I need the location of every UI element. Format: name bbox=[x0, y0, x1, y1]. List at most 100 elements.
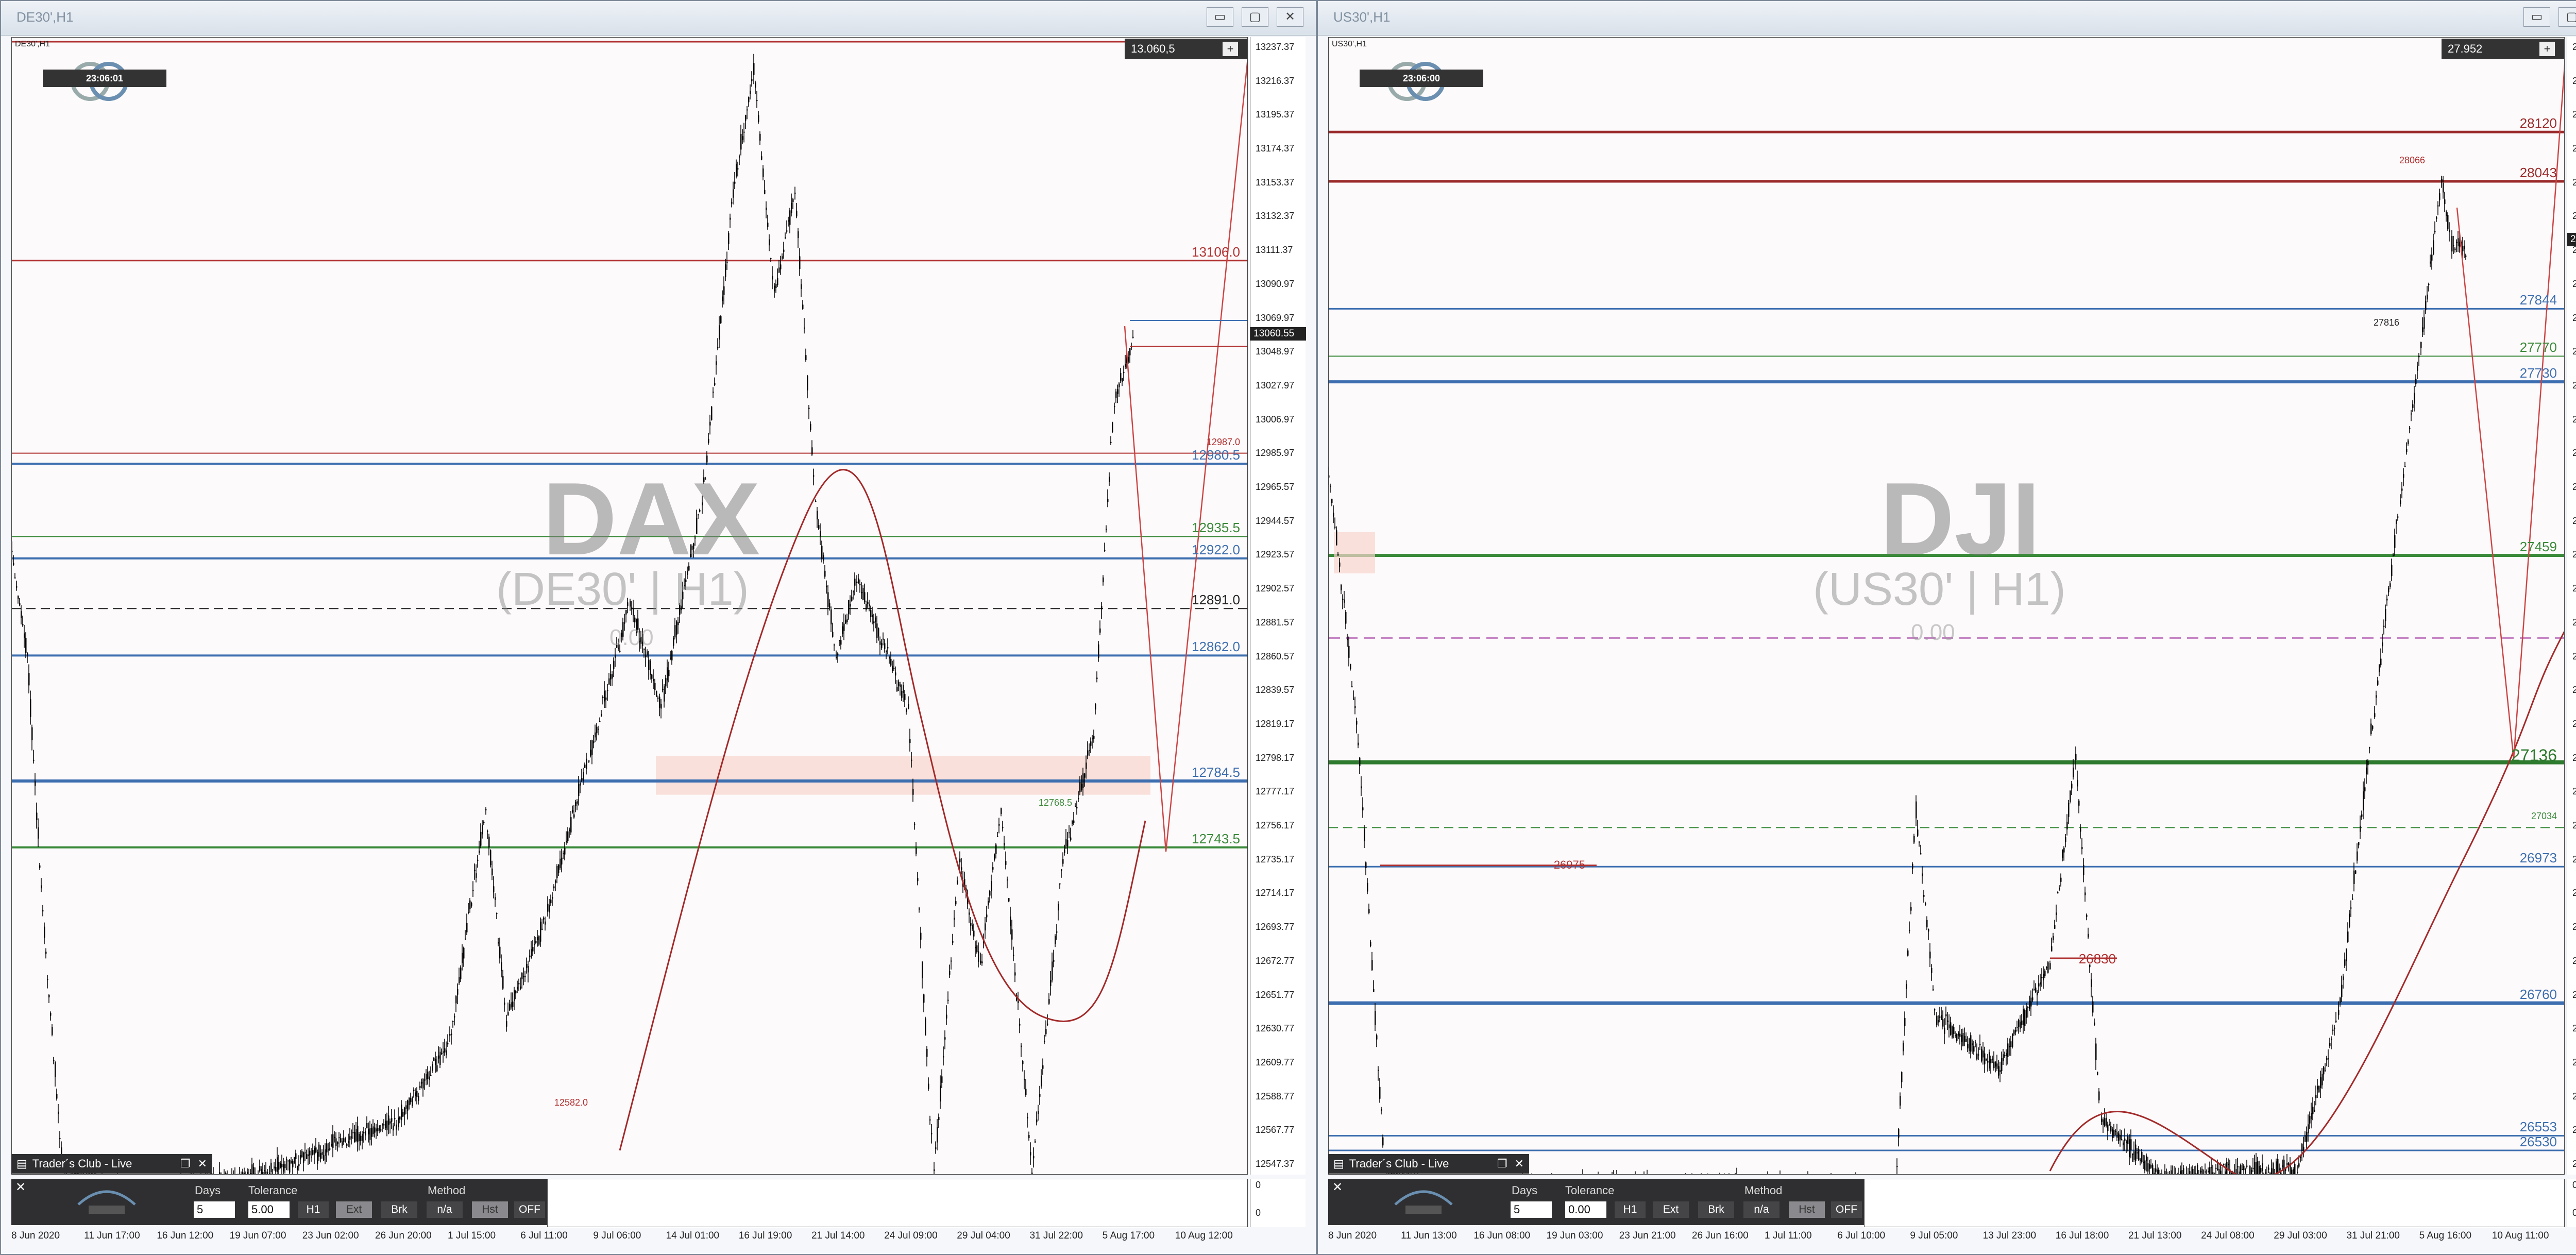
maximize-button[interactable]: ▢ bbox=[1242, 7, 1268, 27]
window-titlebar[interactable]: DE30',H1 ▭ ▢ ✕ bbox=[1, 1, 1316, 36]
price-chart[interactable]: US30',H1 23:06:00 27.952 + DJI (US30' | … bbox=[1328, 37, 2565, 1175]
method-na-button[interactable]: n/a bbox=[1743, 1201, 1780, 1218]
projection-line[interactable] bbox=[2456, 58, 2565, 759]
time-tick-label: 21 Jul 14:00 bbox=[811, 1230, 865, 1241]
price-axis[interactable]: 28251.27 28198.27 28144.37 28091.62 28038.92… bbox=[2567, 37, 2576, 1175]
timeframe-button[interactable]: H1 bbox=[298, 1201, 329, 1218]
time-tick-label: 1 Jul 11:00 bbox=[1765, 1230, 1812, 1241]
maximize-button[interactable]: ▢ bbox=[2558, 7, 2576, 27]
subwindow-axis-top: 0 bbox=[1256, 1180, 1261, 1190]
price-tick-label: 12923.57 bbox=[1256, 549, 1295, 560]
price-chart[interactable]: DE30',H1 23:06:01 13.060,5 + DAX (DE30' … bbox=[11, 37, 1248, 1175]
price-tick-label: 27670.02 bbox=[2572, 414, 2576, 425]
method-na-button[interactable]: n/a bbox=[427, 1201, 463, 1218]
price-tick-label: 12588.77 bbox=[1256, 1091, 1295, 1101]
price-box[interactable]: 27.952 + bbox=[2442, 39, 2564, 59]
level-price-label: 27844 bbox=[2519, 292, 2557, 308]
price-tick-label: 26612.92 bbox=[2572, 1091, 2576, 1102]
price-tick-label: 12798.17 bbox=[1256, 752, 1295, 763]
hst-button[interactable]: Hst bbox=[1789, 1201, 1825, 1218]
subwindow-axis-bottom: 0 bbox=[2572, 1208, 2576, 1218]
hst-button[interactable]: Hst bbox=[472, 1201, 508, 1218]
days-input[interactable]: 5 bbox=[194, 1201, 235, 1218]
brk-button[interactable]: Brk bbox=[381, 1201, 417, 1218]
restore-icon[interactable]: ❐ bbox=[1497, 1157, 1507, 1171]
watermark-subtitle: (US30' | H1) bbox=[1813, 564, 2066, 615]
price-tick-label: 27617.32 bbox=[2572, 448, 2576, 459]
close-icon[interactable]: ✕ bbox=[1332, 1180, 1343, 1195]
price-tick-label: 12609.77 bbox=[1256, 1057, 1295, 1067]
close-icon[interactable]: ✕ bbox=[198, 1157, 207, 1171]
left-chart-window[interactable]: DE30',H1 ▭ ▢ ✕ DE30',H1 23:06:01 13.060,… bbox=[0, 0, 1317, 1255]
window-titlebar[interactable]: US30',H1 ▭ ▢ ✕ bbox=[1318, 1, 2576, 36]
time-tick-label: 10 Aug 12:00 bbox=[1175, 1230, 1233, 1241]
level-price-label: 26830 bbox=[2078, 951, 2116, 967]
days-label: Days bbox=[195, 1184, 221, 1197]
traders-club-logo-icon bbox=[1390, 1184, 1457, 1220]
price-box[interactable]: 13.060,5 + bbox=[1125, 39, 1247, 59]
current-price-label: 13060.55 bbox=[1250, 327, 1306, 341]
price-tick-label: 12630.77 bbox=[1256, 1023, 1295, 1034]
symbol-label: US30',H1 bbox=[1332, 40, 1367, 48]
price-tick-label: 26929.12 bbox=[2572, 888, 2576, 898]
plus-icon[interactable]: + bbox=[2539, 42, 2555, 56]
price-axis[interactable]: 13237.37 13216.37 13195.37 13174.37 13153.37… bbox=[1250, 37, 1306, 1175]
close-button[interactable]: ✕ bbox=[1277, 7, 1303, 27]
close-icon[interactable]: ✕ bbox=[15, 1180, 26, 1195]
price-tick-label: 27088.77 bbox=[2572, 786, 2576, 797]
price-tick-label: 26507.52 bbox=[2572, 1159, 2576, 1169]
off-button[interactable]: OFF bbox=[514, 1201, 545, 1218]
price-tick-label: 28251.27 bbox=[2572, 42, 2576, 53]
price-tick-label: 27194.17 bbox=[2572, 719, 2576, 730]
price-tick-label: 13153.37 bbox=[1256, 177, 1295, 188]
price-tick-label: 27722.72 bbox=[2572, 380, 2576, 391]
traders-club-logo-icon bbox=[73, 1184, 140, 1220]
indicator-subwindow bbox=[1864, 1179, 2565, 1227]
time-tick-label: 19 Jun 07:00 bbox=[229, 1230, 286, 1241]
minimize-button[interactable]: ▭ bbox=[1207, 7, 1233, 27]
price-tick-label: 13216.37 bbox=[1256, 75, 1295, 86]
subwindow-axis: 0 0 bbox=[2567, 1179, 2576, 1227]
price-tick-label: 26665.62 bbox=[2572, 1057, 2576, 1068]
price-tick-label: 26718.32 bbox=[2572, 1023, 2576, 1034]
time-tick-label: 19 Jun 03:00 bbox=[1546, 1230, 1603, 1241]
tolerance-input[interactable]: 5.00 bbox=[248, 1201, 290, 1218]
watermark-subtitle: (DE30' | H1) bbox=[496, 564, 749, 615]
ext-button[interactable]: Ext bbox=[1653, 1201, 1689, 1218]
traders-club-panel: ✕ Days Tolerance Method 5 0.00 H1 Ext Br… bbox=[1328, 1179, 1864, 1225]
tolerance-input[interactable]: 0.00 bbox=[1565, 1201, 1606, 1218]
time-tick-label: 16 Jun 12:00 bbox=[157, 1230, 214, 1241]
price-tick-label: 28144.37 bbox=[2572, 109, 2576, 120]
time-tick-label: 14 Jul 01:00 bbox=[666, 1230, 720, 1241]
plus-icon[interactable]: + bbox=[1223, 42, 1238, 56]
time-axis[interactable]: 8 Jun 2020 11 Jun 13:00 16 Jun 08:00 19 Jun… bbox=[1328, 1227, 2565, 1249]
restore-icon[interactable]: ❐ bbox=[180, 1157, 191, 1171]
minimize-button[interactable]: ▭ bbox=[2523, 7, 2550, 27]
close-icon[interactable]: ✕ bbox=[1515, 1157, 1524, 1171]
traders-club-title: Trader´s Club - Live bbox=[1349, 1157, 1449, 1170]
level-price-label: 27730 bbox=[2519, 365, 2557, 381]
ext-button[interactable]: Ext bbox=[336, 1201, 372, 1218]
price-tick-label: 12693.77 bbox=[1256, 922, 1295, 932]
right-chart-window[interactable]: US30',H1 ▭ ▢ ✕ US30',H1 23:06:00 27.952 … bbox=[1317, 0, 2576, 1255]
time-tick-label: 6 Jul 11:00 bbox=[520, 1230, 568, 1241]
timeframe-button[interactable]: H1 bbox=[1615, 1201, 1646, 1218]
price-tick-label: 12839.57 bbox=[1256, 685, 1295, 696]
watermark-zero: 0.00 bbox=[609, 625, 654, 650]
brk-button[interactable]: Brk bbox=[1698, 1201, 1734, 1218]
price-tick-label: 12860.57 bbox=[1256, 651, 1295, 662]
days-input[interactable]: 5 bbox=[1511, 1201, 1552, 1218]
level-price-label: 12891.0 bbox=[1192, 592, 1240, 608]
subwindow-axis: 0 0 bbox=[1250, 1179, 1306, 1227]
price-tick-label: 12735.17 bbox=[1256, 854, 1295, 864]
time-tick-label: 16 Jul 19:00 bbox=[738, 1230, 792, 1241]
off-button[interactable]: OFF bbox=[1831, 1201, 1862, 1218]
time-tick-label: 5 Aug 16:00 bbox=[2419, 1230, 2472, 1241]
traders-club-header[interactable]: ▤ Trader´s Club - Live ❐ ✕ bbox=[1328, 1154, 1529, 1174]
traders-club-header[interactable]: ▤ Trader´s Club - Live ❐ ✕ bbox=[11, 1154, 212, 1174]
price-tick-label: 27986.22 bbox=[2572, 211, 2576, 222]
time-tick-label: 26 Jun 20:00 bbox=[375, 1230, 432, 1241]
time-axis[interactable]: 8 Jun 2020 11 Jun 17:00 16 Jun 12:00 19 Jun… bbox=[11, 1227, 1248, 1249]
method-label: Method bbox=[428, 1184, 466, 1197]
price-tick-label: 12985.97 bbox=[1256, 448, 1295, 459]
